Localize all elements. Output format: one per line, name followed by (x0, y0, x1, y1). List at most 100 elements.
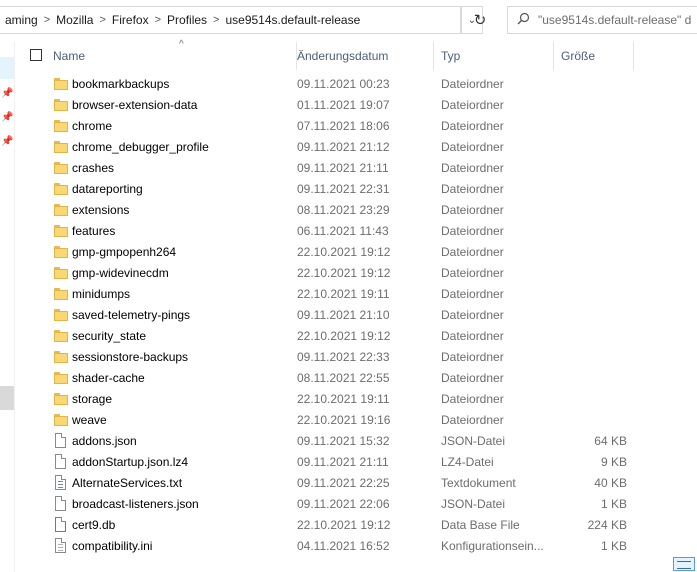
file-type: Textdokument (441, 476, 516, 490)
file-name: compatibility.ini (72, 539, 153, 553)
file-type: Dateiordner (441, 203, 504, 217)
file-size: 1 KB (600, 497, 627, 511)
database-file-icon (55, 517, 66, 532)
file-size (551, 263, 627, 284)
folder-icon (54, 120, 68, 132)
breadcrumb: aming > Mozilla > Firefox > Profiles > u… (1, 7, 364, 33)
file-list-row[interactable]: broadcast-listeners.json 09.11.2021 22:06… (20, 494, 697, 515)
search-input[interactable]: "use9514s.default-release" d (507, 6, 697, 34)
file-name: saved-telemetry-pings (72, 308, 191, 322)
address-bar-row: aming > Mozilla > Firefox > Profiles > u… (0, 0, 697, 42)
file-list-row[interactable]: AlternateServices.txt 09.11.2021 22:25 Tex… (20, 473, 697, 494)
pin-icon: 📌 (1, 88, 14, 99)
file-list-row[interactable]: bookmarkbackups 09.11.2021 00:23 Dateiordn… (20, 74, 697, 95)
breadcrumb-separator-icon[interactable]: > (97, 14, 107, 26)
file-type: Dateiordner (441, 308, 504, 322)
file-list-row[interactable]: sessionstore-backups 09.11.2021 22:33 Date… (20, 347, 697, 368)
breadcrumb-item-mozilla[interactable]: Mozilla (52, 13, 97, 27)
file-list-row[interactable]: addonStartup.json.lz4 09.11.2021 21:11 LZ4… (20, 452, 697, 473)
file-list-row[interactable]: shader-cache 08.11.2021 22:55 Dateiordner (20, 368, 697, 389)
breadcrumb-separator-icon[interactable]: > (211, 14, 221, 26)
file-size (551, 179, 627, 200)
file-list-row[interactable]: datareporting 09.11.2021 22:31 Dateiordner (20, 179, 697, 200)
folder-icon (54, 288, 68, 300)
breadcrumb-separator-icon[interactable]: > (42, 14, 52, 26)
file-list-row[interactable]: crashes 09.11.2021 21:11 Dateiordner (20, 158, 697, 179)
folder-icon (54, 330, 68, 342)
column-header-type[interactable]: Typ (434, 42, 554, 70)
nav-item-highlighted[interactable] (0, 386, 14, 410)
file-size (551, 221, 627, 242)
folder-icon (54, 183, 68, 195)
breadcrumb-item-firefox[interactable]: Firefox (108, 13, 153, 27)
file-type: Data Base File (441, 518, 520, 532)
file-list-row[interactable]: minidumps 22.10.2021 19:11 Dateiordner (20, 284, 697, 305)
file-date: 09.11.2021 21:11 (297, 161, 389, 175)
file-list-row[interactable]: cert9.db 22.10.2021 19:12 Data Base File 22… (20, 515, 697, 536)
folder-icon (54, 309, 68, 321)
file-name: AlternateServices.txt (72, 476, 183, 490)
file-name: gmp-widevinecdm (72, 266, 169, 280)
file-date: 08.11.2021 23:29 (297, 203, 390, 217)
column-header-date[interactable]: Änderungsdatum (297, 42, 434, 70)
file-date: 09.11.2021 15:32 (297, 434, 390, 448)
file-list-row[interactable]: gmp-widevinecdm 22.10.2021 19:12 Dateiordn… (20, 263, 697, 284)
file-list-row[interactable]: chrome_debugger_profile 09.11.2021 21:12 D… (20, 137, 697, 158)
file-size (551, 242, 627, 263)
column-header-row: Name ^ Änderungsdatum Typ Größe (20, 39, 697, 70)
file-type: Dateiordner (441, 77, 504, 91)
file-list-row[interactable]: extensions 08.11.2021 23:29 Dateiordner (20, 200, 697, 221)
breadcrumb-item-profile-folder[interactable]: use9514s.default-release (221, 13, 364, 27)
navigation-pane[interactable]: 📌 📌 📌 (0, 42, 15, 572)
file-list-row[interactable]: chrome 07.11.2021 18:06 Dateiordner (20, 116, 697, 137)
file-date: 09.11.2021 22:25 (297, 476, 390, 490)
file-type: Dateiordner (441, 371, 504, 385)
address-bar[interactable]: aming > Mozilla > Firefox > Profiles > u… (0, 6, 461, 34)
pin-icon: 📌 (1, 112, 14, 123)
breadcrumb-item-roaming[interactable]: aming (1, 13, 42, 27)
column-header-name-label: Name (53, 49, 86, 63)
search-placeholder: "use9514s.default-release" d (538, 13, 692, 27)
file-type: Dateiordner (441, 266, 504, 280)
file-name: browser-extension-data (72, 98, 198, 112)
file-date: 01.11.2021 19:07 (297, 98, 390, 112)
file-date: 22.10.2021 19:12 (297, 518, 391, 532)
file-list-row[interactable]: addons.json 09.11.2021 15:32 JSON-Datei 64 … (20, 431, 697, 452)
file-list-row[interactable]: browser-extension-data 01.11.2021 19:07 Da… (20, 95, 697, 116)
breadcrumb-item-profiles[interactable]: Profiles (163, 13, 211, 27)
file-name: datareporting (72, 182, 143, 196)
file-list-row[interactable]: security_state 22.10.2021 19:12 Dateiordne… (20, 326, 697, 347)
file-name: addons.json (72, 434, 137, 448)
column-header-date-label: Änderungsdatum (297, 49, 389, 63)
breadcrumb-separator-icon[interactable]: > (153, 14, 163, 26)
details-view-button[interactable] (673, 557, 695, 571)
file-type: Dateiordner (441, 329, 504, 343)
file-list-row[interactable]: features 06.11.2021 11:43 Dateiordner (20, 221, 697, 242)
refresh-button[interactable]: ↻ (465, 6, 495, 34)
select-all-checkbox[interactable] (30, 49, 42, 61)
file-date: 22.10.2021 19:12 (297, 329, 391, 343)
sort-ascending-icon: ^ (179, 39, 184, 50)
file-size (551, 326, 627, 347)
file-type: Dateiordner (441, 224, 504, 238)
file-size (551, 137, 627, 158)
file-name: security_state (72, 329, 147, 343)
file-size (551, 284, 627, 305)
column-header-name[interactable]: Name ^ (44, 39, 297, 70)
file-size (551, 200, 627, 221)
file-list-row[interactable]: weave 22.10.2021 19:16 Dateiordner (20, 410, 697, 431)
file-name: minidumps (72, 287, 131, 301)
file-list-row[interactable]: storage 22.10.2021 19:11 Dateiordner (20, 389, 697, 410)
column-header-size-label: Größe (561, 49, 596, 63)
file-list-row[interactable]: compatibility.ini 04.11.2021 16:52 Konfigu… (20, 536, 697, 557)
file-name: extensions (72, 203, 130, 217)
file-type: Dateiordner (441, 350, 504, 364)
file-icon (55, 433, 66, 448)
file-list-row[interactable]: gmp-gmpopenh264 22.10.2021 19:12 Dateiordn… (20, 242, 697, 263)
column-header-size[interactable]: Größe (554, 42, 634, 70)
file-type: Dateiordner (441, 182, 504, 196)
nav-item-selected[interactable] (0, 57, 14, 79)
file-name: cert9.db (72, 518, 116, 532)
file-list-row[interactable]: saved-telemetry-pings 09.11.2021 21:10 Dat… (20, 305, 697, 326)
folder-icon (54, 162, 68, 174)
